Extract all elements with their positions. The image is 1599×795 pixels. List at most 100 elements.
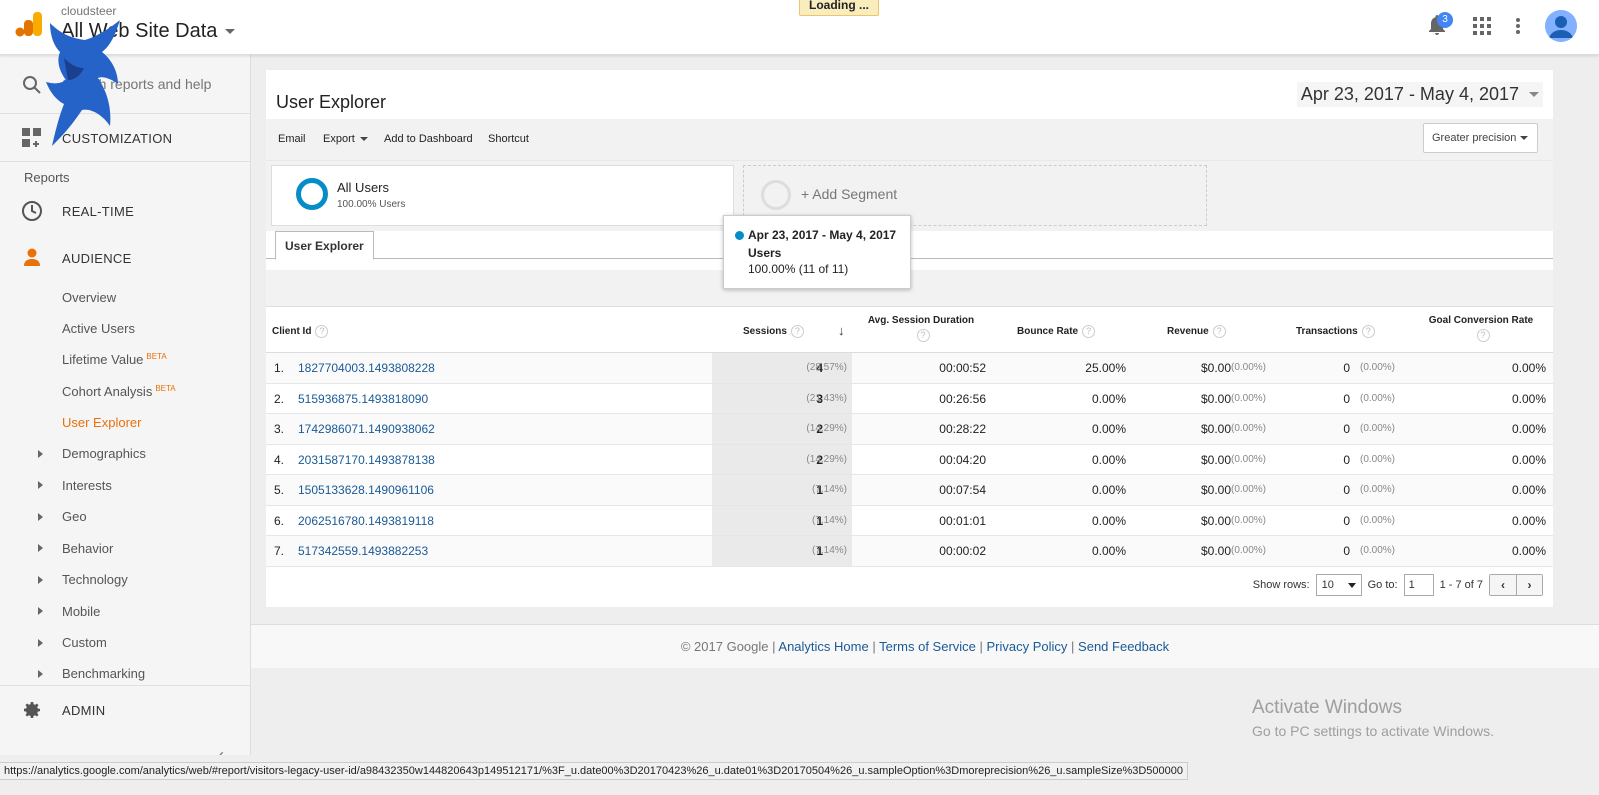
expand-arrow-icon xyxy=(38,450,43,458)
table-row: 6. 2062516780.1493819118 1 (7.14%) 00:01:01 0… xyxy=(266,505,1553,536)
help-icon[interactable]: ? xyxy=(1476,329,1490,342)
table-header: Client Id? Sessions? ↓ Avg. Session Dura… xyxy=(266,306,1553,353)
client-id-link[interactable]: 515936875.1493818090 xyxy=(298,392,428,406)
help-icon[interactable]: ? xyxy=(1082,325,1096,338)
date-range-picker[interactable]: Apr 23, 2017 - May 4, 2017 xyxy=(1296,82,1543,107)
client-id-link[interactable]: 1505133628.1490961106 xyxy=(298,483,434,497)
sidebar-item-interests[interactable]: Interests xyxy=(62,478,112,493)
sidebar-item-lifetime-value[interactable]: Lifetime Value BETA xyxy=(62,352,167,367)
transactions-value: 0 xyxy=(1343,544,1350,558)
apps-grid-icon[interactable] xyxy=(1473,17,1491,35)
avg-session-duration-value: 00:00:52 xyxy=(939,361,986,375)
sidebar-item-geo[interactable]: Geo xyxy=(62,509,87,524)
sidebar: Search reports and help CUSTOMIZATION Re… xyxy=(0,55,251,755)
client-id-link[interactable]: 1827704003.1493808228 xyxy=(298,361,435,375)
export-label: Export xyxy=(323,133,355,145)
sampling-precision-select[interactable]: Greater precision xyxy=(1423,123,1538,153)
sidebar-item-overview[interactable]: Overview xyxy=(62,290,116,305)
sort-descending-icon[interactable]: ↓ xyxy=(838,323,845,338)
email-button[interactable]: Email xyxy=(278,133,306,145)
export-button[interactable]: Export xyxy=(323,133,368,145)
client-id-link[interactable]: 1742986071.1490938062 xyxy=(298,422,435,436)
sidebar-item-cohort-analysis[interactable]: Cohort Analysis BETA xyxy=(62,384,176,399)
segment-ring-icon xyxy=(296,178,328,210)
help-icon[interactable]: ? xyxy=(790,325,804,338)
client-id-link[interactable]: 517342559.1493882253 xyxy=(298,544,428,558)
col-header-bounce-rate[interactable]: Bounce Rate? xyxy=(1017,325,1096,338)
shortcut-button[interactable]: Shortcut xyxy=(488,133,529,145)
table-row: 3. 1742986071.1490938062 2 (14.29%) 00:28:22… xyxy=(266,414,1553,445)
avg-session-duration-value: 00:01:01 xyxy=(939,513,986,528)
more-vert-icon[interactable] xyxy=(1515,17,1521,35)
sidebar-item-behavior[interactable]: Behavior xyxy=(62,541,113,556)
col-header-revenue[interactable]: Revenue? xyxy=(1167,325,1226,338)
row-number: 6. xyxy=(274,513,285,528)
transactions-percent: (0.00%) xyxy=(1359,545,1395,556)
col-header-avg-session-duration[interactable]: Avg. Session Duration? xyxy=(866,315,976,342)
page-title: User Explorer xyxy=(276,92,387,112)
expand-arrow-icon xyxy=(38,576,43,584)
tooltip-value: 100.00% (11 of 11) xyxy=(748,262,849,276)
help-icon[interactable]: ? xyxy=(916,329,930,342)
goal-conversion-value: 0.00% xyxy=(1511,422,1546,436)
show-rows-select[interactable]: 10 xyxy=(1315,574,1362,596)
revenue-percent: (0.00%) xyxy=(1230,514,1266,526)
row-number: 3. xyxy=(274,422,285,436)
sessions-percent: (7.14%) xyxy=(811,514,847,526)
row-number: 4. xyxy=(274,452,285,467)
sidebar-item-mobile[interactable]: Mobile xyxy=(62,604,100,619)
client-id-link[interactable]: 2031587170.1493878138 xyxy=(298,453,435,467)
tooltip-date: Apr 23, 2017 - May 4, 2017 xyxy=(748,228,897,242)
col-header-client-id[interactable]: Client Id? xyxy=(272,325,329,338)
goal-conversion-value: 0.00% xyxy=(1511,513,1546,528)
terms-link[interactable]: Terms of Service xyxy=(879,639,976,654)
client-id-link[interactable]: 2062516780.1493819118 xyxy=(298,514,434,528)
analytics-logo-icon[interactable] xyxy=(15,10,43,38)
next-page-button[interactable]: › xyxy=(1516,575,1542,595)
sidebar-item-custom[interactable]: Custom xyxy=(62,635,107,650)
help-icon[interactable]: ? xyxy=(1361,325,1375,338)
privacy-link[interactable]: Privacy Policy xyxy=(987,639,1068,654)
bounce-rate-value: 0.00% xyxy=(1091,422,1126,436)
expand-arrow-icon xyxy=(38,607,43,615)
prev-page-button[interactable]: ‹ xyxy=(1490,575,1516,595)
sidebar-item-technology[interactable]: Technology xyxy=(62,572,128,587)
avg-session-duration-value: 00:26:56 xyxy=(939,391,986,406)
clock-icon xyxy=(22,201,42,221)
sessions-percent: (7.14%) xyxy=(811,545,847,556)
table-row: 4. 2031587170.1493878138 2 (14.29%) 00:04:20… xyxy=(266,444,1553,475)
bounce-rate-value: 0.00% xyxy=(1091,391,1126,406)
add-to-dashboard-button[interactable]: Add to Dashboard xyxy=(384,133,473,145)
segment-all-users[interactable]: All Users 100.00% Users xyxy=(271,165,734,226)
account-avatar[interactable] xyxy=(1545,10,1577,42)
sidebar-item-label: Lifetime Value xyxy=(62,352,144,367)
col-header-label: Avg. Session Duration xyxy=(867,315,975,326)
help-icon[interactable]: ? xyxy=(1212,325,1226,338)
revenue-percent: (0.00%) xyxy=(1230,545,1266,556)
sidebar-item-demographics[interactable]: Demographics xyxy=(62,446,146,461)
help-icon[interactable]: ? xyxy=(315,325,329,338)
sidebar-item-audience[interactable]: AUDIENCE xyxy=(62,251,132,266)
sidebar-item-benchmarking[interactable]: Benchmarking xyxy=(62,666,145,681)
goto-page-input[interactable]: 1 xyxy=(1403,574,1434,596)
page-range: 1 - 7 of 7 xyxy=(1439,579,1483,591)
row-number: 7. xyxy=(274,544,285,558)
chevron-down-icon xyxy=(225,29,236,34)
analytics-home-link[interactable]: Analytics Home xyxy=(778,639,868,654)
tab-user-explorer[interactable]: User Explorer xyxy=(275,231,374,260)
sidebar-item-active-users[interactable]: Active Users xyxy=(62,321,135,336)
send-feedback-link[interactable]: Send Feedback xyxy=(1078,639,1169,654)
sidebar-item-realtime[interactable]: REAL-TIME xyxy=(62,204,134,219)
col-header-transactions[interactable]: Transactions? xyxy=(1296,325,1375,338)
sidebar-item-user-explorer[interactable]: User Explorer xyxy=(62,415,141,430)
col-header-goal-conversion-rate[interactable]: Goal Conversion Rate? xyxy=(1426,315,1536,342)
collapse-sidebar-icon[interactable]: ‹ xyxy=(218,745,224,755)
col-header-sessions[interactable]: Sessions? xyxy=(743,325,804,338)
revenue-value: $0.00 xyxy=(1200,513,1231,528)
notifications-button[interactable]: 3 xyxy=(1427,12,1453,38)
sidebar-item-admin[interactable]: ADMIN xyxy=(62,703,105,718)
bounce-rate-value: 0.00% xyxy=(1091,544,1126,558)
account-name[interactable]: cloudsteer xyxy=(61,4,116,18)
empty-segment-icon xyxy=(761,180,791,210)
chevron-down-icon xyxy=(1520,136,1528,140)
